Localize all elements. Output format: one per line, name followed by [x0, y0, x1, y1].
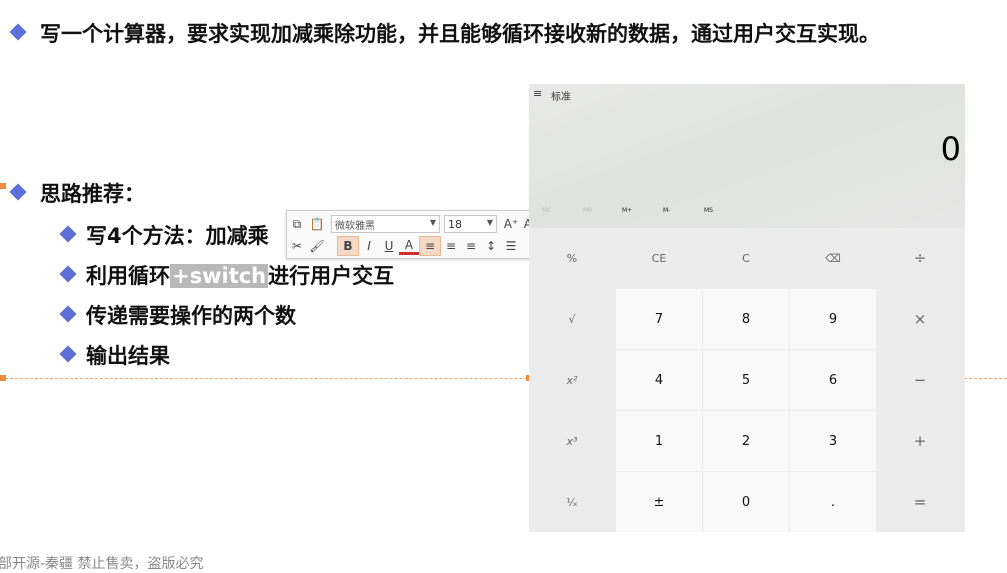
bullet-icon: [59, 225, 77, 243]
calculator-window: ≡ 标准 0 MC MR M+ M- MS % CE C ⌫ ÷ √ 7 8 9…: [529, 84, 965, 532]
calculator-keypad: % CE C ⌫ ÷ √ 7 8 9 × x² 4 5 6 − x³ 1 2 3…: [529, 228, 965, 532]
multiply-button[interactable]: ×: [877, 289, 963, 349]
bullet-icon: [59, 345, 77, 363]
backspace-icon[interactable]: ⌫: [790, 228, 876, 288]
resize-handle[interactable]: [0, 375, 6, 381]
align-left-icon[interactable]: ≡: [419, 236, 441, 256]
digit-0-button[interactable]: 0: [703, 472, 789, 532]
digit-7-button[interactable]: 7: [616, 289, 702, 349]
divide-button[interactable]: ÷: [877, 228, 963, 288]
sqrt-button[interactable]: √: [529, 289, 615, 349]
digit-5-button[interactable]: 5: [703, 350, 789, 410]
font-name-select[interactable]: 微软雅黑 ▼: [331, 215, 440, 233]
selected-text[interactable]: +switch: [170, 264, 269, 288]
digit-1-button[interactable]: 1: [616, 411, 702, 471]
align-right-icon[interactable]: ≡: [461, 237, 481, 255]
negate-button[interactable]: ±: [616, 472, 702, 532]
bullet-icon: [59, 265, 77, 283]
paragraph-spacing-icon[interactable]: ☰: [501, 237, 521, 255]
decimal-button[interactable]: .: [790, 472, 876, 532]
font-name-value: 微软雅黑: [335, 220, 375, 232]
memory-store-button[interactable]: MS: [704, 207, 713, 214]
bullet-text: 进行用户交互: [268, 264, 395, 288]
resize-handle[interactable]: [0, 183, 6, 189]
equals-button[interactable]: =: [877, 472, 963, 532]
digit-2-button[interactable]: 2: [703, 411, 789, 471]
clear-entry-button[interactable]: CE: [616, 228, 702, 288]
bullet-item-output: 输出结果: [86, 344, 170, 368]
memory-clear-button[interactable]: MC: [542, 207, 551, 214]
slide-footer: 部开源-秦疆 禁止售卖，盗版必究: [0, 556, 204, 572]
font-size-value: 18: [448, 217, 462, 231]
slide-title: 写一个计算器，要求实现加减乘除功能，并且能够循环接收新的数据，通过用户交互实现。: [40, 22, 880, 46]
copy-icon[interactable]: ⧉: [287, 215, 307, 233]
digit-4-button[interactable]: 4: [616, 350, 702, 410]
calculator-header: ≡ 标准 0 MC MR M+ M- MS: [529, 84, 965, 228]
memory-subtract-button[interactable]: M-: [663, 207, 670, 214]
bullet-item-loop[interactable]: 利用循环+switch进行用户交互: [86, 260, 394, 290]
calculator-display: 0: [940, 130, 961, 168]
line-spacing-icon[interactable]: ↕: [481, 237, 501, 255]
calculator-mode-label: 标准: [551, 92, 571, 103]
percent-button[interactable]: %: [529, 228, 615, 288]
subtract-button[interactable]: −: [877, 350, 963, 410]
bold-button[interactable]: B: [337, 236, 359, 256]
paste-icon[interactable]: 📋: [307, 215, 327, 233]
add-button[interactable]: +: [877, 411, 963, 471]
digit-9-button[interactable]: 9: [790, 289, 876, 349]
digit-6-button[interactable]: 6: [790, 350, 876, 410]
memory-add-button[interactable]: M+: [622, 207, 632, 214]
slide-heading: 思路推荐：: [40, 182, 145, 206]
grow-font-button[interactable]: A⁺: [501, 215, 521, 233]
chevron-down-icon: ▼: [486, 218, 493, 227]
bullet-icon: [59, 305, 77, 323]
menu-icon[interactable]: ≡: [533, 87, 542, 100]
cube-button[interactable]: x³: [529, 411, 615, 471]
font-size-select[interactable]: 18 ▼: [444, 215, 497, 233]
square-button[interactable]: x²: [529, 350, 615, 410]
clear-button[interactable]: C: [703, 228, 789, 288]
bullet-item-methods: 写4个方法：加减乘: [86, 224, 269, 248]
digit-3-button[interactable]: 3: [790, 411, 876, 471]
digit-8-button[interactable]: 8: [703, 289, 789, 349]
bullet-item-params: 传递需要操作的两个数: [86, 304, 296, 328]
italic-button[interactable]: I: [359, 237, 379, 255]
chevron-down-icon: ▼: [429, 218, 436, 227]
mini-format-toolbar: ⧉ 📋 微软雅黑 ▼ 18 ▼ A⁺ A⁻ ✂ 🖌 B I U A ≡ ≡ ≡ …: [286, 210, 544, 259]
title-bullet-icon: [9, 23, 27, 41]
align-center-icon[interactable]: ≡: [441, 237, 461, 255]
reciprocal-button[interactable]: ¹⁄ₓ: [529, 472, 615, 532]
format-painter-icon[interactable]: 🖌: [307, 237, 327, 255]
bullet-text: 利用循环: [86, 264, 170, 288]
underline-button[interactable]: U: [379, 237, 399, 255]
font-color-button[interactable]: A: [399, 238, 419, 255]
memory-recall-button[interactable]: MR: [583, 207, 592, 214]
cut-icon[interactable]: ✂: [287, 237, 307, 255]
heading-bullet-icon: [9, 183, 27, 201]
